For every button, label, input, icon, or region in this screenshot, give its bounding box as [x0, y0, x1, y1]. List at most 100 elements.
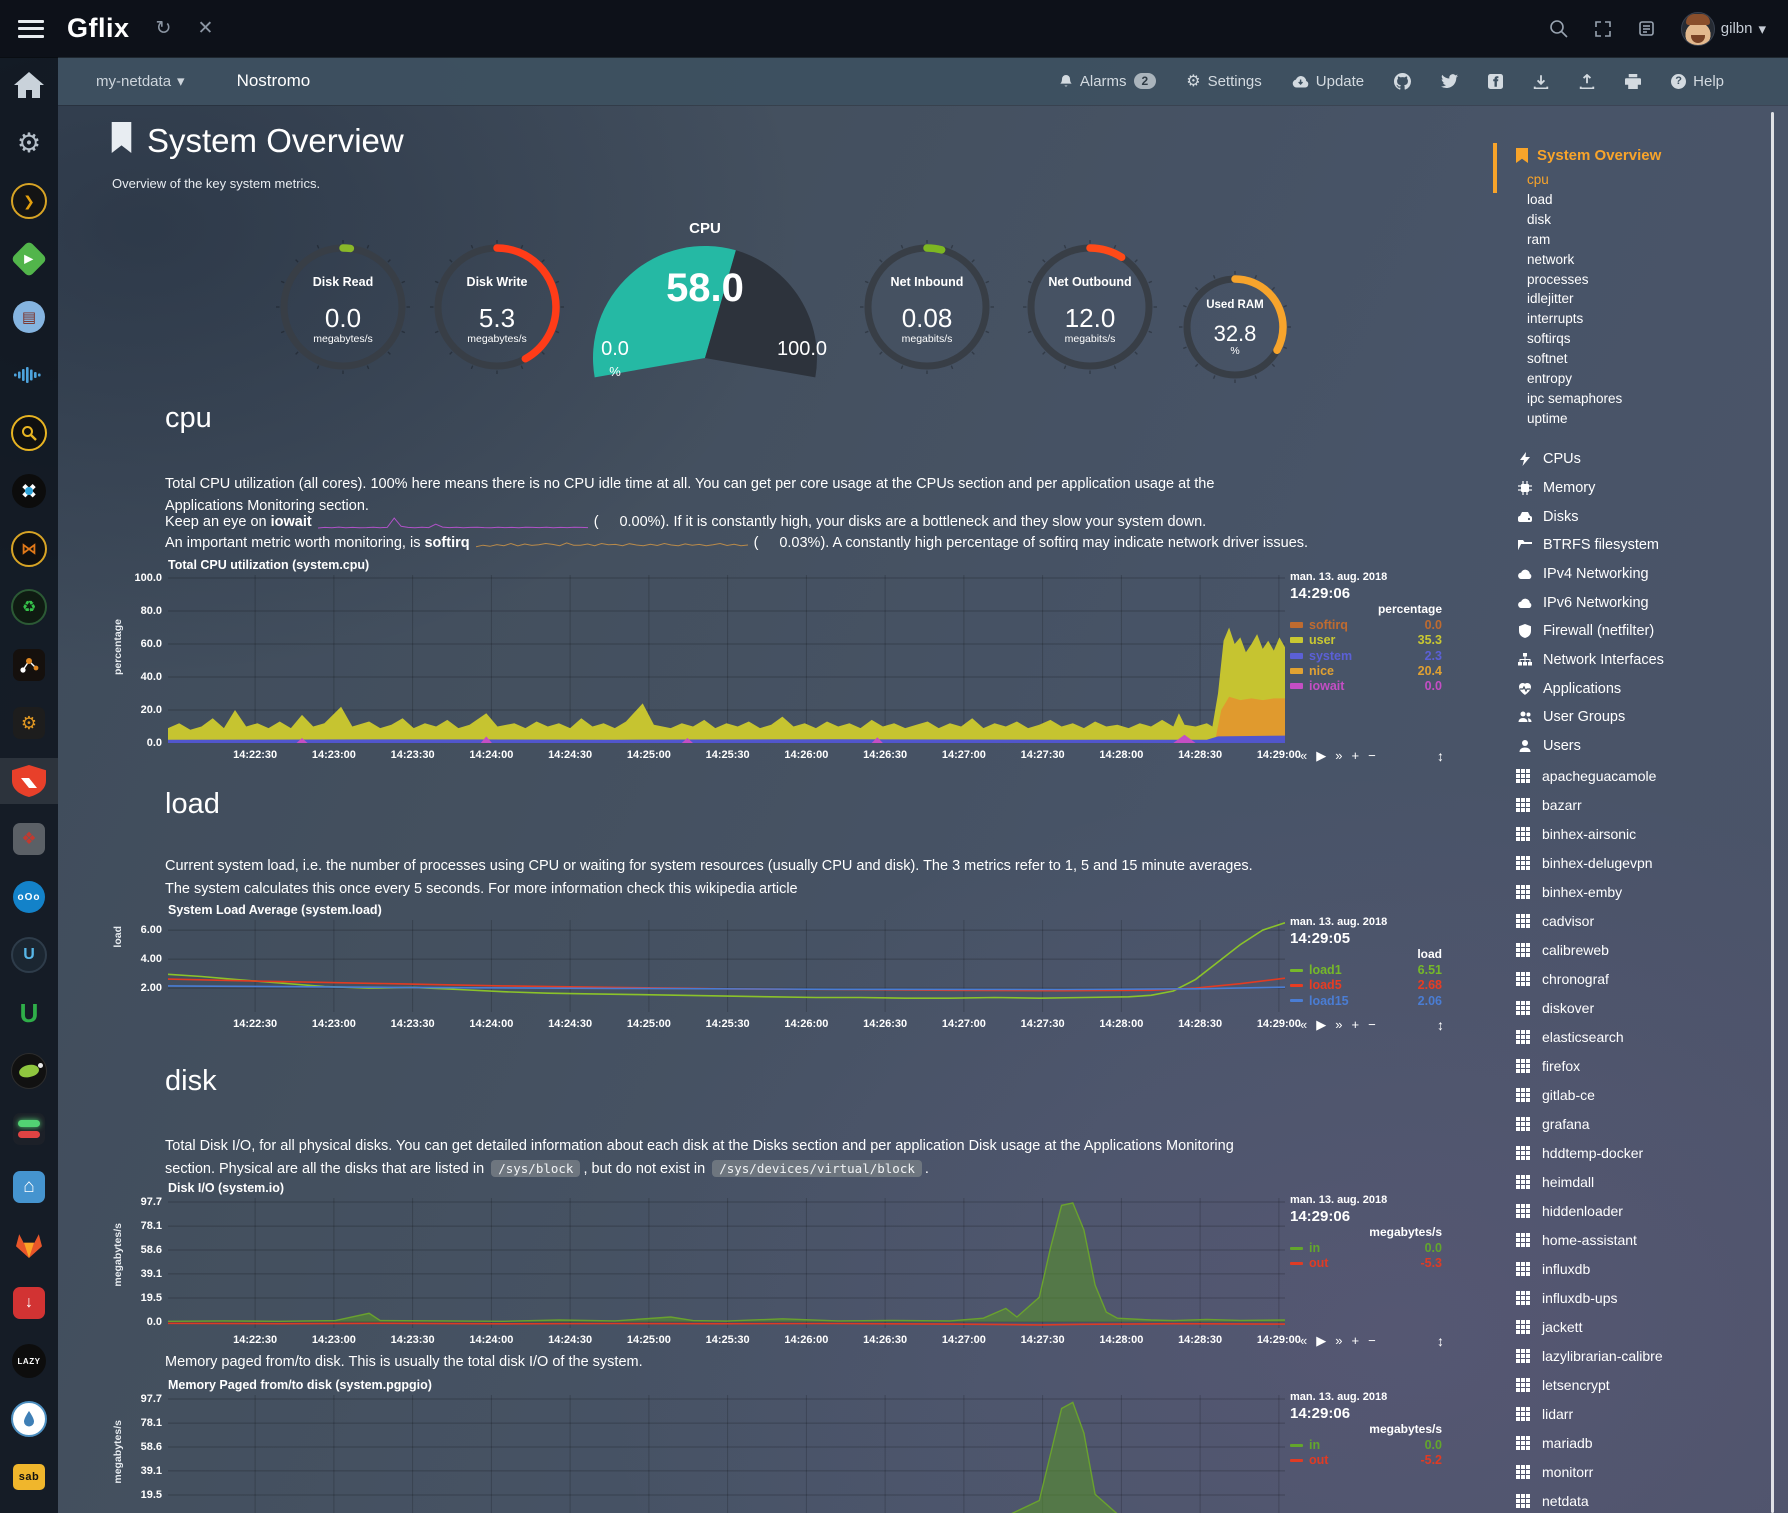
play-icon[interactable]: ▶ — [1316, 1334, 1326, 1347]
close-icon[interactable]: ✕ — [197, 19, 213, 38]
legend-load15[interactable]: load152.06 — [1290, 994, 1442, 1008]
help-button[interactable]: ? Help — [1671, 73, 1724, 90]
chart-resize-handle[interactable]: ↕ — [1437, 748, 1444, 764]
sidebar-section-disks[interactable]: Disks — [1516, 502, 1766, 531]
update-button[interactable]: Update — [1292, 73, 1364, 90]
hamburger-menu-icon[interactable] — [18, 20, 44, 38]
chart-plot[interactable] — [168, 1198, 1285, 1328]
play-icon[interactable]: ▶ — [1316, 749, 1326, 762]
chart-resize-handle[interactable]: ↕ — [1437, 1333, 1444, 1349]
legend-user[interactable]: user35.3 — [1290, 633, 1442, 647]
sidebar-app-influxdb[interactable]: influxdb — [1516, 1254, 1766, 1283]
sidebar-app-heimdall[interactable]: heimdall — [1516, 1167, 1766, 1196]
pan-forward-icon[interactable]: » — [1335, 1018, 1342, 1031]
gauge-disk-write[interactable]: Disk Write5.3megabytes/s — [424, 234, 570, 380]
play-icon[interactable]: ▶ — [1316, 1018, 1326, 1031]
sidebar-app-jackett[interactable] — [0, 410, 58, 456]
sidebar-app-home-assistant[interactable]: home-assistant — [1516, 1225, 1766, 1254]
sidebar-app-binhex-airsonic[interactable]: binhex-airsonic — [1516, 819, 1766, 848]
sidebar-app-ubooquity[interactable]: U — [0, 932, 58, 978]
chart-plot[interactable] — [168, 575, 1285, 743]
sidebar-app-home-assistant[interactable]: ⌂ — [0, 1164, 58, 1210]
sidebar-app-sabnzbd[interactable]: sab — [0, 1454, 58, 1500]
iowait-sparkline[interactable] — [318, 516, 588, 529]
sidebar-app-monitorr[interactable]: monitorr — [1516, 1457, 1766, 1486]
github-icon[interactable] — [1394, 73, 1411, 90]
sidebar-item-load[interactable]: load — [1516, 190, 1766, 210]
sidebar-app-hddtemp-docker[interactable]: hddtemp-docker — [1516, 1138, 1766, 1167]
sidebar-app-nextcloud[interactable]: oOo — [0, 874, 58, 920]
sidebar-item-ipc-semaphores[interactable]: ipc semaphores — [1516, 389, 1766, 409]
pan-forward-icon[interactable]: » — [1335, 1334, 1342, 1347]
sidebar-item-uptime[interactable]: uptime — [1516, 409, 1766, 429]
sidebar-item-softnet[interactable]: softnet — [1516, 349, 1766, 369]
gauge-cpu[interactable]: CPU58.00.0100.0% — [575, 220, 835, 378]
fullscreen-icon[interactable] — [1594, 20, 1612, 38]
sidebar-app-chronograf[interactable]: chronograf — [1516, 964, 1766, 993]
chart-plot[interactable] — [168, 920, 1285, 1012]
sidebar-app-netdata[interactable]: netdata — [1516, 1486, 1766, 1513]
sidebar-item-disk[interactable]: disk — [1516, 210, 1766, 230]
legend-nice[interactable]: nice20.4 — [1290, 664, 1442, 678]
sidebar-item-processes[interactable]: processes — [1516, 270, 1766, 290]
download-icon[interactable] — [1533, 74, 1549, 89]
sidebar-app-duplicati[interactable] — [0, 1396, 58, 1442]
refresh-icon[interactable]: ↻ — [156, 19, 172, 38]
sidebar-item-network[interactable]: network — [1516, 250, 1766, 270]
twitter-icon[interactable] — [1441, 74, 1458, 89]
zoom-out-icon[interactable]: − — [1368, 1334, 1376, 1347]
sidebar-section-ipv4-networking[interactable]: IPv4 Networking — [1516, 560, 1766, 589]
scrollbar[interactable] — [1771, 112, 1774, 1513]
sidebar-app-hiddenloader[interactable]: hiddenloader — [1516, 1196, 1766, 1225]
sidebar-app-tautulli[interactable] — [0, 1048, 58, 1094]
sidebar-app-gitlab[interactable] — [0, 1222, 58, 1268]
search-icon[interactable] — [1549, 19, 1568, 38]
legend-in[interactable]: in0.0 — [1290, 1241, 1442, 1255]
sidebar-item-interrupts[interactable]: interrupts — [1516, 309, 1766, 329]
sidebar-app-calibreweb[interactable]: calibreweb — [1516, 935, 1766, 964]
sidebar-app-grafana[interactable]: grafana — [1516, 1109, 1766, 1138]
sidebar-app-jackett[interactable]: jackett — [1516, 1312, 1766, 1341]
sidebar-app-netdata[interactable] — [0, 758, 58, 804]
legend-iowait[interactable]: iowait0.0 — [1290, 679, 1442, 693]
pan-backward-icon[interactable]: « — [1300, 1334, 1307, 1347]
alarms-button[interactable]: Alarms 2 — [1059, 73, 1156, 90]
sidebar-item-entropy[interactable]: entropy — [1516, 369, 1766, 389]
sidebar-item-softirqs[interactable]: softirqs — [1516, 329, 1766, 349]
sidebar-item-cpu[interactable]: cpu — [1516, 170, 1766, 190]
legend-out[interactable]: out-5.2 — [1290, 1453, 1442, 1467]
sidebar-app-firefox[interactable]: firefox — [1516, 1051, 1766, 1080]
gauge-disk-read[interactable]: Disk Read0.0megabytes/s — [270, 234, 416, 380]
sidebar-app-lidarr[interactable]: lidarr — [1516, 1399, 1766, 1428]
sidebar-app-letsencrypt[interactable]: letsencrypt — [1516, 1370, 1766, 1399]
settings-button[interactable]: ⚙ Settings — [1186, 71, 1262, 91]
sidebar-app-diskover[interactable] — [0, 642, 58, 688]
sidebar-section-firewall-netfilter-[interactable]: Firewall (netfilter) — [1516, 617, 1766, 646]
sidebar-section-ipv6-networking[interactable]: IPv6 Networking — [1516, 588, 1766, 617]
sidebar-app-cadvisor[interactable]: cadvisor — [1516, 906, 1766, 935]
sidebar-app-unmanic[interactable]: U — [0, 990, 58, 1036]
zoom-in-icon[interactable]: + — [1351, 1334, 1359, 1347]
pan-forward-icon[interactable]: » — [1335, 749, 1342, 762]
chart-plot[interactable] — [168, 1395, 1285, 1513]
sidebar-app-settings[interactable]: ⚙ — [0, 120, 58, 166]
zoom-in-icon[interactable]: + — [1351, 1018, 1359, 1031]
zoom-in-icon[interactable]: + — [1351, 749, 1359, 762]
gauge-net-outbound[interactable]: Net Outbound12.0megabits/s — [1017, 234, 1163, 380]
legend-in[interactable]: in0.0 — [1290, 1438, 1442, 1452]
sidebar-app-resilio[interactable]: ❖ — [0, 816, 58, 862]
sidebar-app-mariadb[interactable]: mariadb — [1516, 1428, 1766, 1457]
sidebar-section-users[interactable]: Users — [1516, 732, 1766, 761]
sidebar-app-lazylibrarian-calibre[interactable]: lazylibrarian-calibre — [1516, 1341, 1766, 1370]
pan-backward-icon[interactable]: « — [1300, 1018, 1307, 1031]
sidebar-app-elasticsearch[interactable]: elasticsearch — [1516, 1022, 1766, 1051]
sidebar-app-metube[interactable]: ↓ — [0, 1280, 58, 1326]
sidebar-heading-system-overview[interactable]: System Overview — [1516, 120, 1766, 164]
sidebar-app-lazylibrarian[interactable]: LAZY — [0, 1338, 58, 1384]
facebook-icon[interactable] — [1488, 74, 1503, 89]
sidebar-item-ram[interactable]: ram — [1516, 230, 1766, 250]
sidebar-app-organizr-tab[interactable]: ✖ — [0, 468, 58, 514]
sidebar-app-deluge[interactable]: ⋈ — [0, 526, 58, 572]
sidebar-app-emby[interactable]: ▶ — [0, 236, 58, 282]
sidebar-app-airsonic[interactable] — [0, 352, 58, 398]
